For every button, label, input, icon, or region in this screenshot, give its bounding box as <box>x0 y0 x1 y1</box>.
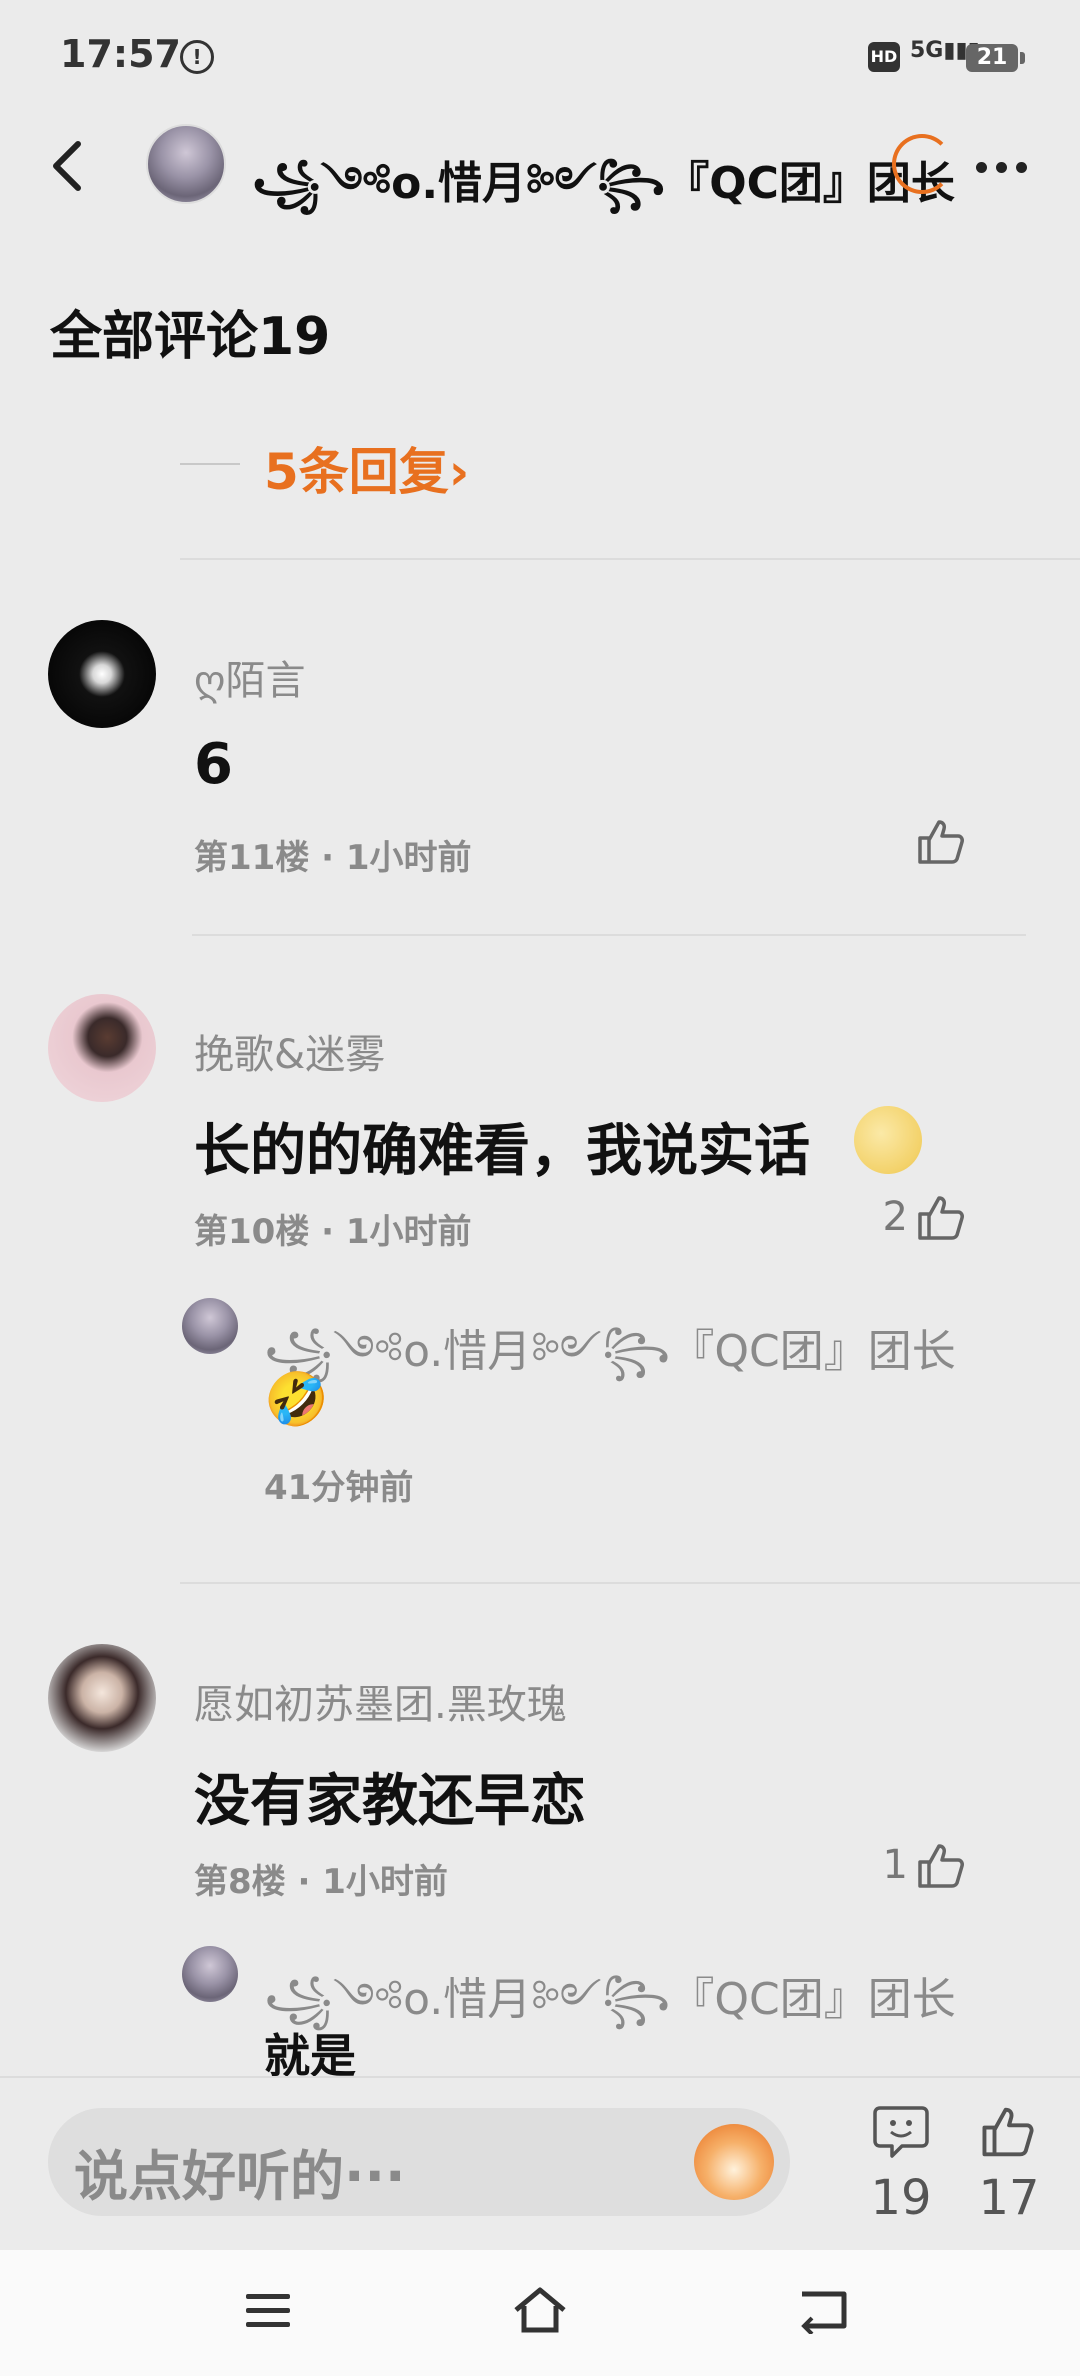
thumbs-up-icon <box>982 2107 1034 2157</box>
notification-icon: ! <box>180 40 214 74</box>
divider <box>180 1582 1080 1584</box>
like-button[interactable] <box>916 1842 968 1890</box>
dot-icon <box>976 162 987 173</box>
avatar[interactable] <box>48 1644 156 1752</box>
expand-replies-link[interactable]: 5条回复› <box>264 432 469 504</box>
reply-avatar[interactable] <box>182 1946 238 2002</box>
comment-meta: 第11楼 · 1小时前 <box>194 838 472 878</box>
comment-icon[interactable] <box>872 2104 930 2160</box>
mascot-emoji-button[interactable] <box>694 2124 774 2200</box>
battery-icon: 21 <box>966 44 1025 72</box>
comment-username[interactable]: 愿如初苏墨团.黑玫瑰 <box>194 1672 567 1730</box>
back-nav-icon[interactable] <box>796 2286 850 2334</box>
chevron-left-icon <box>53 141 81 191</box>
menu-icon[interactable] <box>244 2290 294 2332</box>
comment-meta: 第8楼 · 1小时前 <box>194 1862 448 1902</box>
avatar[interactable] <box>48 620 156 728</box>
divider <box>192 934 1026 936</box>
thumbs-up-icon <box>918 1196 964 1240</box>
divider <box>180 558 1080 560</box>
reply-avatar[interactable] <box>182 1298 238 1354</box>
comment-count: 19 <box>870 2170 932 2226</box>
comment-username[interactable]: ღ陌言 <box>194 648 305 706</box>
like-count: 2 <box>882 1194 908 1240</box>
dot-icon <box>1016 162 1027 173</box>
thumbs-up-icon <box>918 820 964 864</box>
comment-content: 6 <box>194 732 233 797</box>
reply-meta: 41分钟前 <box>264 1468 414 1508</box>
like-count-total: 17 <box>978 2170 1040 2226</box>
like-post-button[interactable] <box>980 2104 1038 2160</box>
chat-bubble-icon <box>873 2106 929 2158</box>
more-menu-button[interactable] <box>976 158 1040 173</box>
comment-input-placeholder: 说点好听的··· <box>74 2145 406 2208</box>
comment-meta: 第10楼 · 1小时前 <box>194 1212 472 1252</box>
back-button[interactable] <box>48 136 88 196</box>
system-nav-bar <box>0 2250 1080 2376</box>
comment-content: 长的的确难看，我说实话 <box>194 1119 810 1184</box>
reply-indent-line <box>180 463 240 465</box>
like-button[interactable] <box>916 1194 968 1242</box>
reply-username[interactable]: ꧁༺o.惜月༻꧂『QC团』团长 <box>264 1950 956 2074</box>
header-title[interactable]: ꧁༺o.惜月༻꧂『QC团』团长 <box>252 134 955 258</box>
like-count: 1 <box>882 1842 908 1888</box>
avatar[interactable] <box>48 994 156 1102</box>
status-time: 17:57 <box>60 32 181 76</box>
author-avatar[interactable] <box>146 124 226 204</box>
home-icon[interactable] <box>510 2284 570 2334</box>
hd-badge: HD <box>868 42 900 72</box>
reply-content: 🤣 <box>264 1370 329 1430</box>
loading-indicator <box>892 134 952 194</box>
dot-icon <box>996 162 1007 173</box>
smirk-moon-emoji <box>854 1106 922 1174</box>
comment-username[interactable]: 挽歌&迷雾 <box>194 1022 385 1080</box>
section-title: 全部评论19 <box>50 307 331 367</box>
thumbs-up-icon <box>918 1844 964 1888</box>
comment-content: 没有家教还早恋 <box>194 1769 586 1834</box>
like-button[interactable] <box>916 818 968 866</box>
reply-username[interactable]: ꧁༺o.惜月༻꧂『QC团』团长 <box>264 1302 956 1426</box>
network-label: 5G <box>910 38 944 63</box>
